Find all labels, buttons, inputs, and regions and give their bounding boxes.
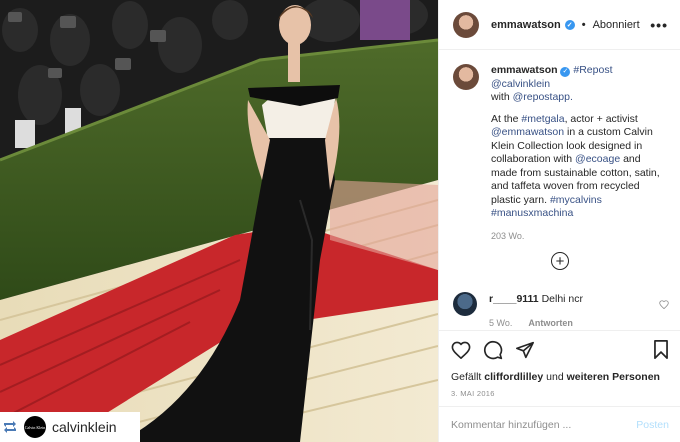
post-username[interactable]: emmawatson: [491, 19, 561, 31]
post-date: 3. MAI 2016: [451, 389, 495, 398]
post-header: emmawatson ✓ • Abonniert •••: [439, 0, 680, 50]
mention-repostapp[interactable]: @repostapp.: [513, 91, 573, 103]
comment-input[interactable]: [451, 418, 637, 431]
add-comment-bar: Posten: [439, 406, 680, 442]
bookmark-icon[interactable]: [653, 340, 669, 364]
calvinklein-avatar: Calvin Klein: [24, 416, 46, 438]
reply-button[interactable]: Antworten: [528, 316, 573, 330]
add-comments-icon[interactable]: +: [551, 252, 569, 270]
likes-mid: und: [546, 371, 564, 383]
post-photo[interactable]: Calvin Klein calvinklein: [0, 0, 438, 442]
comment-meta: 5 Wo. Antworten: [489, 316, 669, 330]
heart-icon[interactable]: [451, 341, 471, 364]
avatar[interactable]: [453, 11, 479, 38]
hashtag-repost[interactable]: #Repost: [573, 64, 612, 76]
hashtag-manusxmachina[interactable]: #manusxmachina: [491, 207, 573, 219]
likes-user[interactable]: cliffordlilley: [484, 371, 543, 383]
share-icon[interactable]: [515, 341, 535, 364]
likes-summary: Gefällt cliffordlilley und weiteren Pers…: [451, 371, 669, 383]
repost-source-name: calvinklein: [52, 419, 117, 435]
comment-avatar[interactable]: [453, 292, 477, 316]
likes-prefix: Gefällt: [451, 371, 482, 383]
more-icon[interactable]: •••: [650, 17, 668, 33]
likes-others[interactable]: weiteren Personen: [567, 371, 660, 383]
verified-icon: ✓: [564, 19, 575, 30]
comment-item: r____9111 Delhi ncr 5 Wo. Antworten: [453, 292, 669, 330]
caption-avatar[interactable]: [453, 64, 479, 90]
repost-source-tag[interactable]: Calvin Klein calvinklein: [0, 412, 140, 442]
action-icons: [451, 340, 669, 365]
caption-intro: At the: [491, 112, 519, 125]
comment-icon[interactable]: [483, 340, 503, 365]
comment-username[interactable]: r____9111: [489, 293, 539, 305]
header-user-block: emmawatson ✓ • Abonniert: [491, 19, 640, 31]
caption-time: 203 Wo.: [491, 230, 525, 241]
separator-dot: •: [581, 18, 586, 31]
comment-age: 5 Wo.: [489, 318, 513, 328]
comment-body: r____9111 Delhi ncr 5 Wo. Antworten: [489, 292, 669, 330]
photo-illustration: [0, 0, 438, 442]
caption-line1: , actor + activist: [564, 112, 638, 125]
caption-with: with: [491, 91, 510, 103]
mention-ecoage[interactable]: @ecoage: [575, 153, 620, 165]
mention-calvinklein[interactable]: @calvinklein: [491, 78, 550, 90]
mention-emmawatson[interactable]: @emmawatson: [491, 126, 564, 138]
post-actions: Gefällt cliffordlilley und weiteren Pers…: [439, 330, 680, 398]
post-comment-button[interactable]: Posten: [636, 419, 669, 431]
caption-text: emmawatson ✓ #Repost @calvinklein with @…: [491, 64, 667, 243]
comment-like-icon[interactable]: [659, 296, 669, 314]
verified-icon: ✓: [560, 66, 571, 77]
post-side-panel: emmawatson ✓ • Abonniert ••• emmawatson …: [438, 0, 680, 442]
caption-username[interactable]: emmawatson: [491, 64, 558, 76]
repost-icon: [2, 419, 18, 435]
hashtag-metgala[interactable]: #metgala: [521, 113, 564, 125]
follow-status-button[interactable]: Abonniert: [593, 19, 640, 31]
hashtag-mycalvins[interactable]: #mycalvins: [550, 194, 602, 206]
comment-text: Delhi ncr: [541, 293, 584, 305]
caption: emmawatson ✓ #Repost @calvinklein with @…: [439, 50, 680, 243]
